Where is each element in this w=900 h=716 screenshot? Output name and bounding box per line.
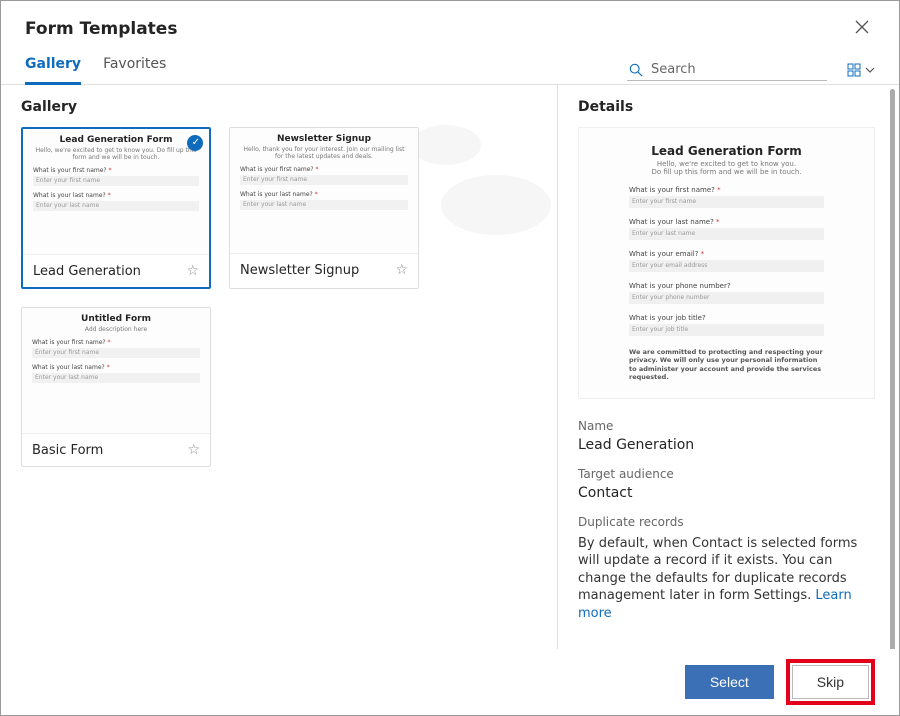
grid-icon (847, 63, 861, 77)
skip-button-highlight: Skip (786, 659, 875, 705)
favorite-star-icon[interactable]: ☆ (186, 263, 199, 279)
template-card-newsletter-signup[interactable]: Newsletter Signup Hello, thank you for y… (229, 127, 419, 289)
details-heading: Details (578, 99, 875, 115)
meta-duplicate-label: Duplicate records (578, 515, 875, 529)
template-preview: Untitled Form Add description here What … (22, 308, 210, 434)
meta-name-label: Name (578, 419, 875, 433)
template-preview: ✓ Lead Generation Form Hello, we're exci… (23, 129, 209, 255)
template-name: Basic Form (32, 443, 103, 458)
search-input[interactable]: Search (627, 59, 827, 81)
close-icon (855, 20, 869, 34)
meta-duplicate-desc: By default, when Contact is selected for… (578, 535, 875, 623)
chevron-down-icon (865, 65, 875, 75)
template-preview: Newsletter Signup Hello, thank you for y… (230, 128, 418, 254)
template-card-lead-generation[interactable]: ✓ Lead Generation Form Hello, we're exci… (21, 127, 211, 289)
view-switcher[interactable] (847, 63, 875, 77)
skip-button[interactable]: Skip (792, 665, 869, 699)
check-icon: ✓ (192, 138, 200, 148)
search-placeholder: Search (651, 62, 696, 77)
tab-gallery[interactable]: Gallery (25, 56, 81, 85)
meta-name-value: Lead Generation (578, 437, 875, 453)
favorite-star-icon[interactable]: ☆ (395, 262, 408, 278)
tab-favorites[interactable]: Favorites (103, 56, 166, 84)
template-name: Newsletter Signup (240, 263, 359, 278)
meta-audience-value: Contact (578, 485, 875, 501)
search-icon (629, 63, 643, 77)
close-button[interactable] (849, 15, 875, 42)
details-preview: Lead Generation Form Hello, we're excite… (578, 127, 875, 399)
meta-audience-label: Target audience (578, 467, 875, 481)
favorite-star-icon[interactable]: ☆ (187, 442, 200, 458)
template-name: Lead Generation (33, 264, 141, 279)
gallery-heading: Gallery (21, 99, 537, 115)
select-button[interactable]: Select (685, 665, 774, 699)
template-card-basic-form[interactable]: Untitled Form Add description here What … (21, 307, 211, 467)
dialog-title: Form Templates (25, 19, 177, 39)
